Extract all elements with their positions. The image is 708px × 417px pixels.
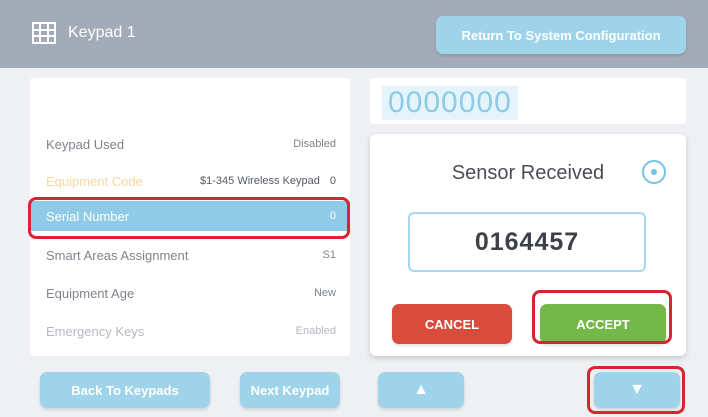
row-label: Equipment Age xyxy=(46,285,135,301)
smart-areas-assignment-row[interactable]: Smart Areas Assignment S1 xyxy=(30,240,350,270)
back-to-keypads-button[interactable]: Back To Keypads xyxy=(40,372,210,408)
row-label: Emergency Keys xyxy=(46,323,145,339)
keypad-used-row[interactable]: Keypad Used Disabled xyxy=(30,129,350,159)
return-to-system-configuration-button[interactable]: Return To System Configuration xyxy=(436,16,686,54)
equipment-code-row[interactable]: Equipment Code $1-345 Wireless Keypad 0 xyxy=(30,166,350,196)
row-value: Enabled xyxy=(295,325,336,337)
row-value: New xyxy=(313,287,336,299)
row-value: $1-345 Wireless Keypad 0 xyxy=(200,175,336,187)
keypad-grid-icon xyxy=(32,22,56,44)
row-label: Smart Areas Assignment xyxy=(46,247,189,263)
display-number: 0000000 xyxy=(382,86,518,120)
cancel-button[interactable]: CANCEL xyxy=(392,304,512,344)
next-keypad-button[interactable]: Next Keypad xyxy=(240,372,340,408)
row-label: Equipment Code xyxy=(46,173,143,189)
serial-number-highlight-frame xyxy=(28,197,350,239)
accept-highlight-frame xyxy=(532,290,672,344)
dialog-title: Sensor Received xyxy=(451,162,605,184)
row-value: Disabled xyxy=(293,138,336,150)
scroll-up-button[interactable]: ▲ xyxy=(378,372,464,408)
arrow-up-icon: ▲ xyxy=(413,381,429,398)
target-icon[interactable] xyxy=(642,160,666,184)
number-display: 0000000 xyxy=(370,78,686,124)
equipment-age-row[interactable]: Equipment Age New xyxy=(30,278,350,308)
equipment-code-text: $1-345 Wireless Keypad xyxy=(200,175,320,187)
equipment-code-number: 0 xyxy=(329,175,336,187)
down-button-highlight-frame xyxy=(587,366,685,414)
page-title: Keypad 1 xyxy=(68,24,136,41)
row-label: Keypad Used xyxy=(46,136,125,152)
emergency-keys-row[interactable]: Emergency Keys Enabled xyxy=(30,316,350,346)
sensor-code-field: 0164457 xyxy=(408,212,646,272)
row-value: S1 xyxy=(322,249,336,261)
